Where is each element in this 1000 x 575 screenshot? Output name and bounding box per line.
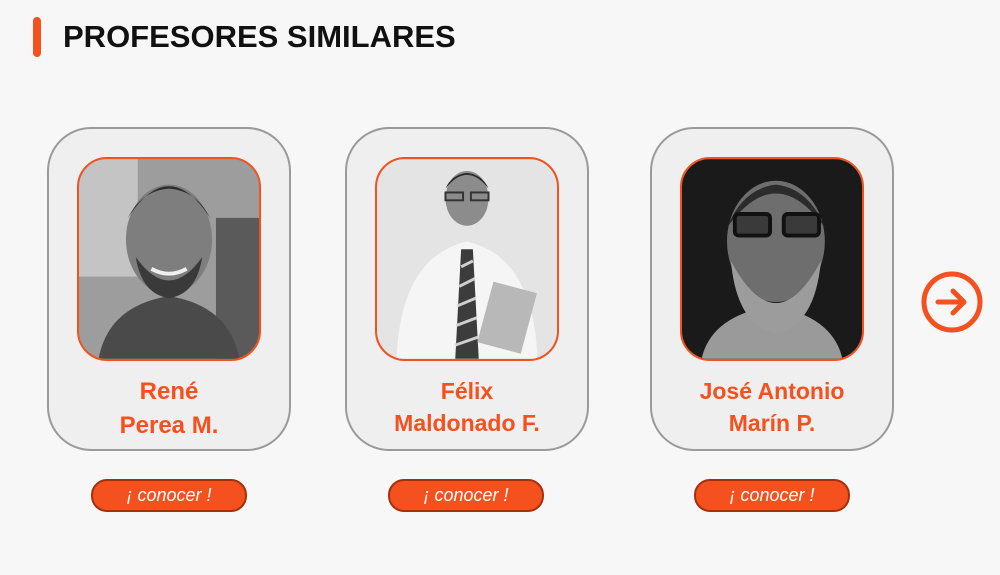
professor-name: José Antonio Marín P.: [652, 375, 892, 439]
conocer-button-felix-maldonado[interactable]: ¡ conocer !: [388, 479, 544, 512]
section-header: PROFESORES SIMILARES: [33, 17, 456, 57]
professor-photo-image: [377, 159, 557, 359]
arrow-right-circle-icon: [921, 271, 983, 333]
conocer-button-rene-perea[interactable]: ¡ conocer !: [91, 479, 247, 512]
similar-professors-section: PROFESORES SIMILARES René Perea M. ¡ con…: [0, 0, 1000, 575]
professor-card-felix-maldonado[interactable]: Félix Maldonado F.: [345, 127, 589, 451]
professor-photo-image: [79, 159, 259, 359]
professor-photo: [77, 157, 261, 361]
professor-photo: [375, 157, 559, 361]
professor-last-name: Perea M.: [119, 412, 219, 439]
professor-first-name: Félix: [440, 378, 494, 404]
next-button[interactable]: [921, 271, 983, 333]
professor-last-name: Marín P.: [728, 410, 816, 436]
professor-card-jose-antonio-marin[interactable]: José Antonio Marín P.: [650, 127, 894, 451]
professor-first-name: José Antonio: [699, 378, 845, 404]
section-title: PROFESORES SIMILARES: [63, 19, 456, 54]
professor-first-name: René: [139, 378, 199, 405]
accent-bar: [33, 17, 41, 57]
professor-name: René Perea M.: [49, 375, 289, 443]
professor-name: Félix Maldonado F.: [347, 375, 587, 439]
conocer-button-jose-antonio-marin[interactable]: ¡ conocer !: [694, 479, 850, 512]
professor-card-rene-perea[interactable]: René Perea M.: [47, 127, 291, 451]
professor-last-name: Maldonado F.: [394, 410, 540, 436]
professor-photo: [680, 157, 864, 361]
professor-photo-image: [682, 159, 862, 359]
